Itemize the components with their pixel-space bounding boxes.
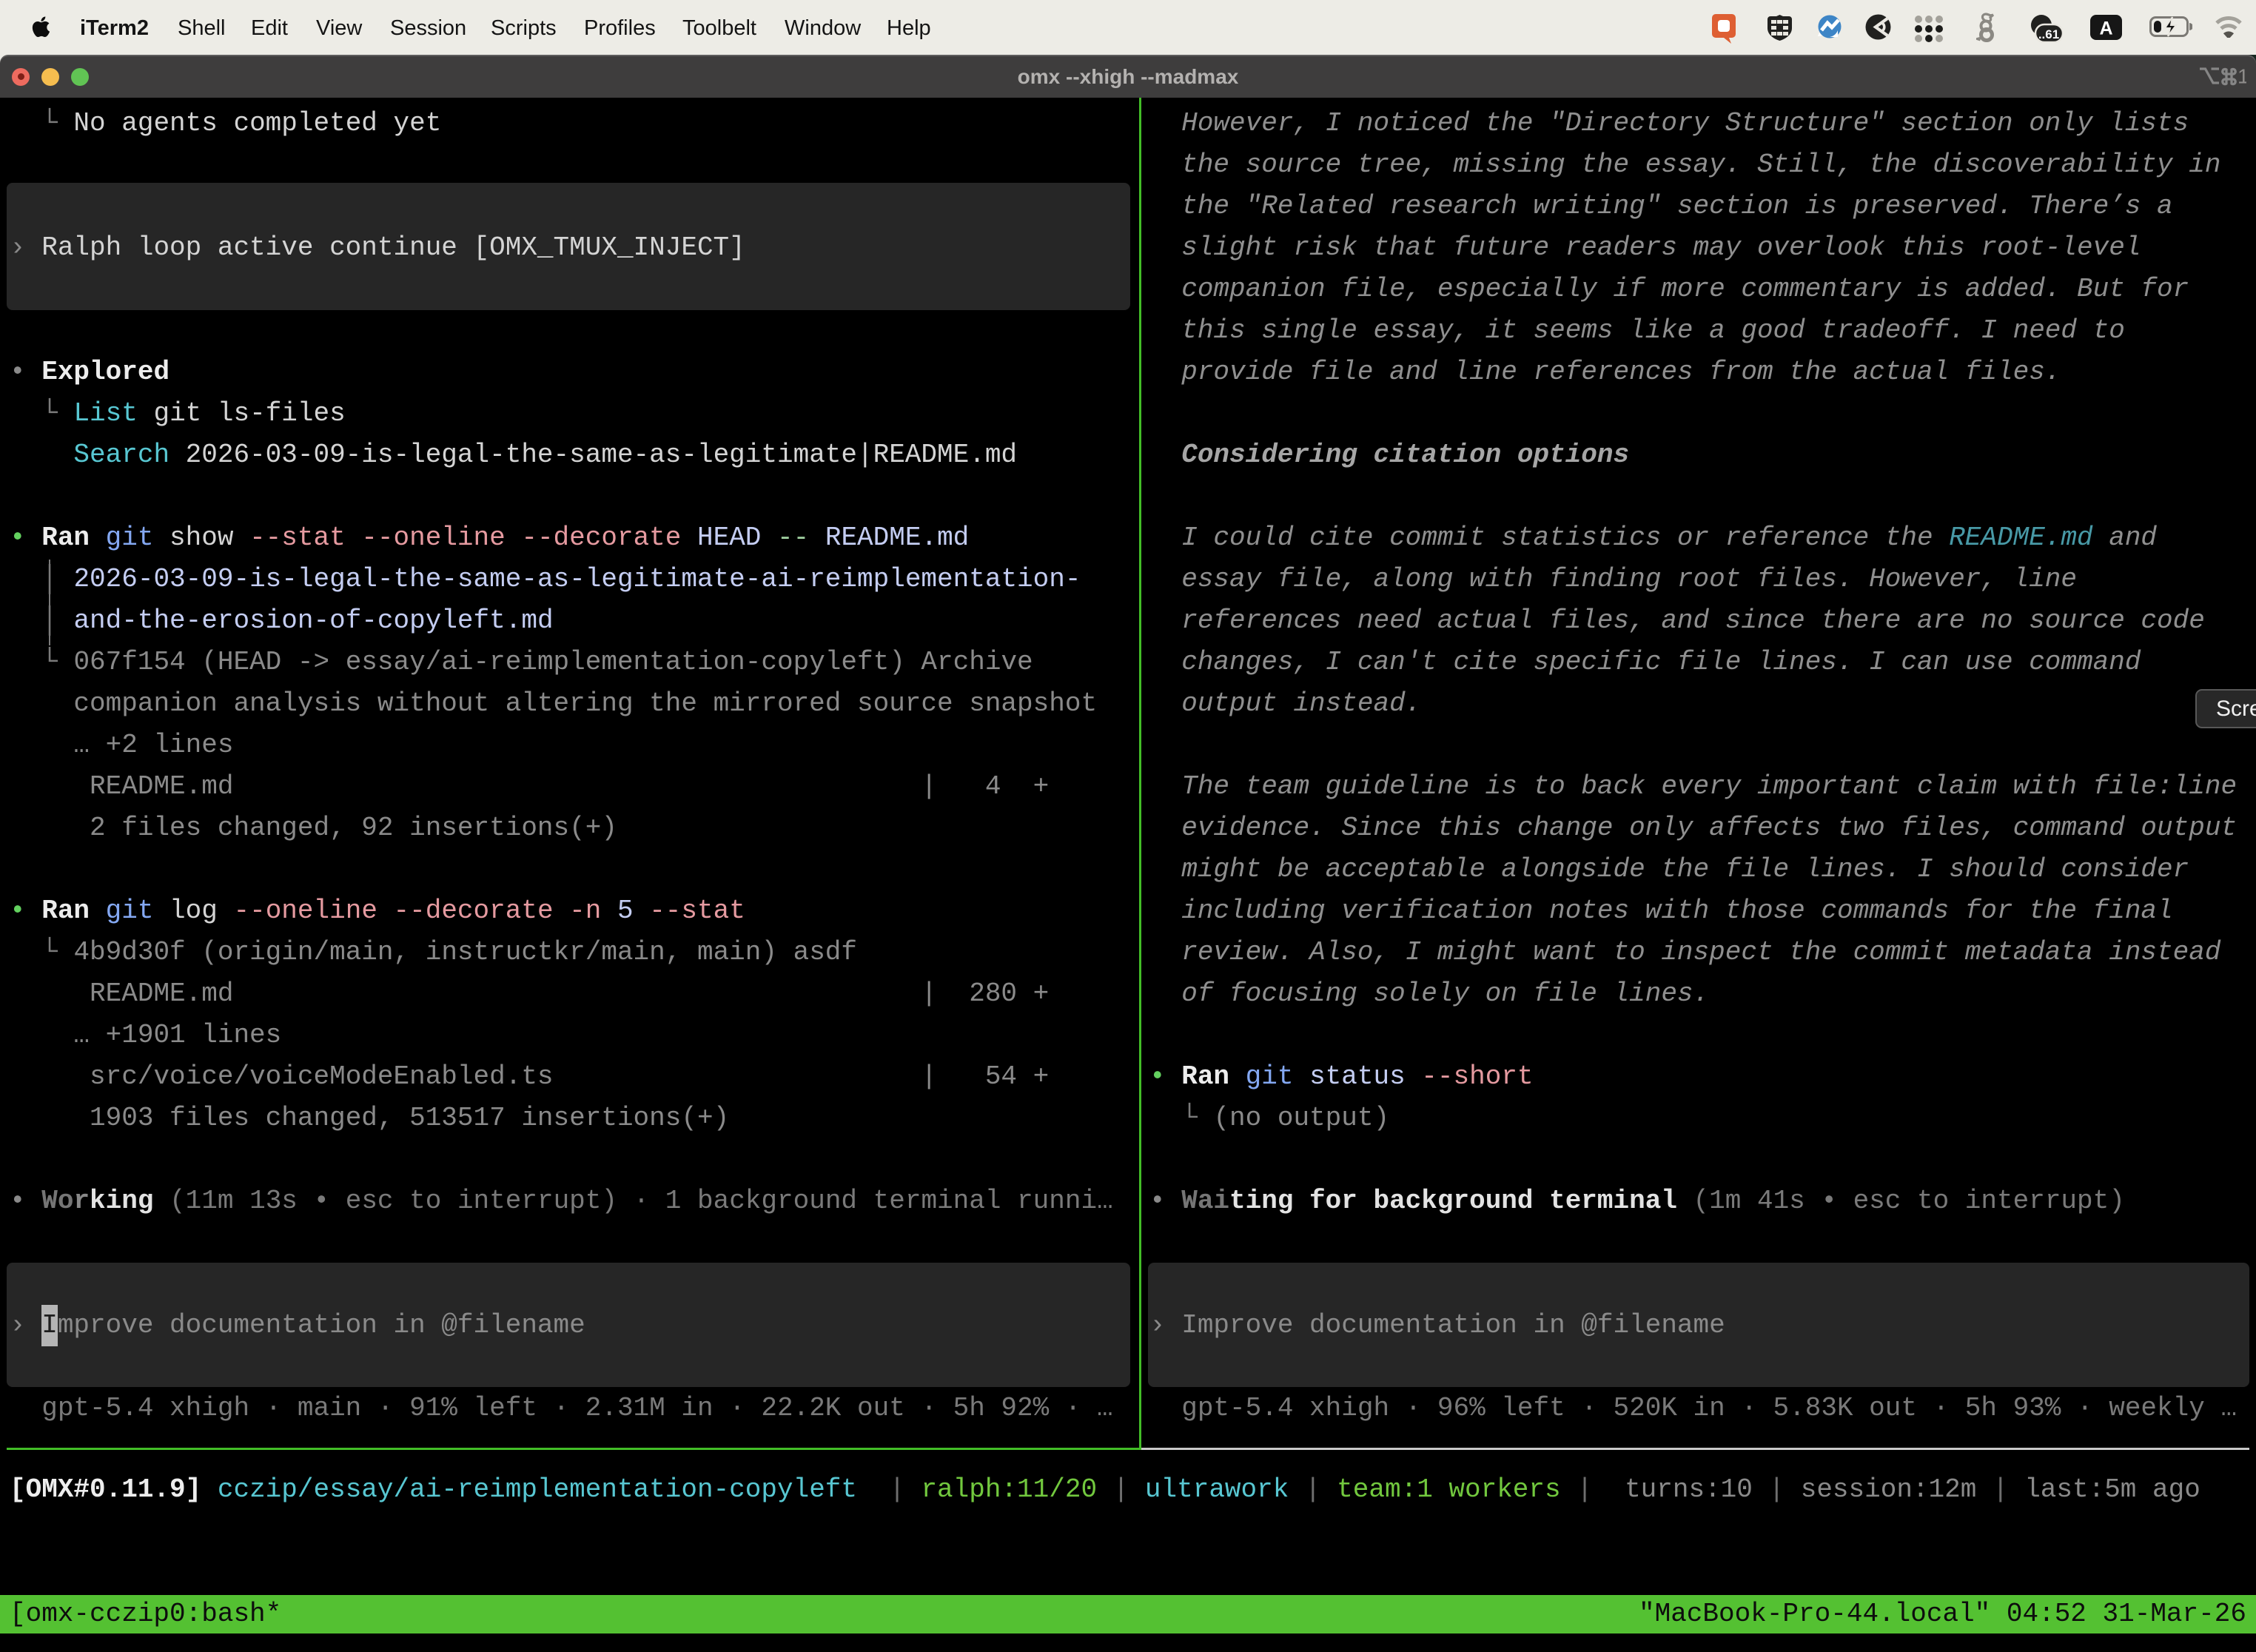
svg-text:..61: ..61	[2038, 27, 2059, 41]
svg-text:A: A	[2099, 19, 2112, 39]
svg-text:1: 1	[2237, 65, 2246, 88]
